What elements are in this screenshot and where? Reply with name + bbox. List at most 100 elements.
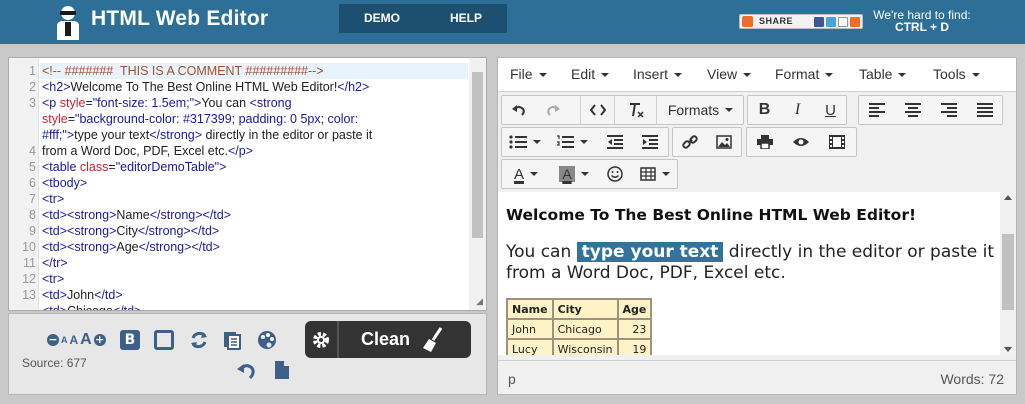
italic-button[interactable]: I	[781, 96, 814, 124]
code-scrollbar-thumb[interactable]	[472, 72, 483, 238]
table-cell: Chicago	[551, 318, 619, 340]
line-number: 6	[29, 176, 36, 190]
redo-arrow-icon	[547, 105, 560, 116]
underline-button[interactable]: U	[814, 96, 847, 124]
link-icon	[682, 135, 698, 149]
print-icon	[757, 135, 773, 149]
font-size-mid-label: A	[69, 333, 79, 347]
numbered-list-icon	[557, 135, 574, 148]
code-token: Age	[116, 240, 139, 254]
content-paragraph: You can type your text directly in the e…	[506, 242, 996, 284]
toolbar-group-alignment	[858, 95, 1003, 125]
source-toolbar: − A A A + B Source: 677 Clean	[8, 313, 487, 395]
bold-button[interactable]: B	[748, 96, 781, 124]
text-color-caret-icon	[530, 172, 538, 176]
code-token: "editorDemoTable"	[115, 160, 220, 174]
element-path[interactable]: p	[508, 371, 516, 387]
menu-view[interactable]: View	[707, 66, 751, 82]
new-document-icon[interactable]	[272, 360, 292, 380]
align-justify-button[interactable]	[967, 96, 1003, 124]
clean-button[interactable]: Clean	[305, 321, 471, 358]
code-token: style	[42, 112, 68, 126]
resize-grip-icon[interactable]: ◢	[476, 297, 483, 307]
more-share-icon	[850, 17, 860, 27]
code-token: <!-- ####### THIS IS A COMMENT #########…	[42, 64, 324, 78]
nav-demo-link[interactable]: DEMO	[339, 4, 425, 33]
table-grid-icon	[640, 167, 656, 181]
indent-button[interactable]	[633, 128, 667, 156]
formats-dropdown[interactable]: Formats	[656, 96, 744, 124]
wrap-tags-icon[interactable]	[154, 330, 174, 350]
preview-button[interactable]	[783, 128, 819, 156]
table-header-row: Name City Age	[506, 298, 653, 320]
outdent-button[interactable]	[598, 128, 632, 156]
refresh-icon[interactable]	[189, 330, 209, 350]
font-increase-icon[interactable]: +	[93, 334, 106, 346]
code-line-content: <tr>	[42, 271, 64, 287]
insert-link-button[interactable]	[673, 128, 707, 156]
line-number: 1	[29, 64, 36, 78]
code-token: </strong></td>	[149, 208, 232, 222]
code-token: </tr>	[42, 256, 68, 270]
code-brackets-icon	[589, 104, 606, 116]
code-token: style	[59, 96, 86, 110]
bold-tags-icon[interactable]: B	[120, 330, 140, 350]
code-scrollbar[interactable]	[469, 58, 486, 310]
content-highlighted-text: type your text	[576, 242, 724, 262]
top-header: HTML Web Editor DEMO HELP SHARE We're ha…	[0, 0, 1025, 44]
redo-button[interactable]	[536, 96, 570, 124]
code-token: </strong>	[149, 128, 203, 142]
share-button[interactable]: SHARE	[739, 14, 863, 29]
twitter-icon	[826, 17, 836, 27]
code-line-content: from a Word Doc, PDF, Excel etc.</p>	[42, 143, 253, 159]
table-caret-icon	[662, 172, 670, 176]
code-line-content: <tr>	[42, 191, 64, 207]
print-button[interactable]	[747, 128, 783, 156]
bullet-list-button[interactable]	[502, 128, 548, 156]
clear-formatting-button[interactable]	[614, 96, 656, 124]
toolbar-group-history: Formats	[501, 95, 744, 125]
line-number: 4	[29, 144, 36, 158]
document-compare-icon[interactable]	[222, 330, 242, 350]
facebook-icon	[814, 17, 824, 27]
editor-content-area[interactable]: Welcome To The Best Online HTML Web Edit…	[498, 192, 1000, 355]
undo-button[interactable]	[502, 96, 536, 124]
code-token: >	[219, 160, 227, 174]
undo-icon[interactable]	[236, 360, 256, 380]
menu-file[interactable]: File	[510, 66, 547, 82]
nav-help-link[interactable]: HELP	[425, 4, 507, 33]
align-left-button[interactable]	[859, 96, 895, 124]
align-center-button[interactable]	[895, 96, 931, 124]
settings-gear-icon[interactable]	[311, 330, 331, 350]
source-code-button[interactable]	[580, 96, 614, 124]
editor-scrollbar-thumb[interactable]	[1002, 234, 1014, 310]
code-token: from a Word Doc, PDF, Excel etc.	[42, 144, 228, 158]
insert-media-button[interactable]	[819, 128, 855, 156]
code-token: <td><strong>	[42, 240, 117, 254]
menu-edit[interactable]: Edit	[571, 66, 609, 82]
menu-tools[interactable]: Tools	[933, 66, 980, 82]
emoticons-button[interactable]	[598, 160, 632, 188]
numbered-list-button[interactable]	[548, 128, 596, 156]
scroll-up-icon[interactable]	[1004, 195, 1012, 200]
scroll-down-icon[interactable]	[1004, 347, 1012, 352]
content-demo-table: Name City Age John Chicago 23 Lucy Wisco…	[506, 298, 653, 355]
background-color-icon: A	[559, 166, 575, 182]
text-color-button[interactable]: A	[502, 160, 550, 188]
align-right-button[interactable]	[931, 96, 967, 124]
align-center-icon	[905, 103, 921, 117]
background-color-caret-icon	[580, 172, 589, 176]
menu-insert[interactable]: Insert	[633, 66, 682, 82]
palette-icon[interactable]	[257, 330, 277, 350]
menu-format[interactable]: Format	[775, 66, 833, 82]
insert-image-button[interactable]	[707, 128, 741, 156]
background-color-button[interactable]: A	[550, 160, 598, 188]
font-decrease-icon[interactable]: −	[47, 334, 59, 346]
table-cell: Lucy	[506, 338, 554, 355]
table-cell: John	[506, 318, 554, 340]
outdent-icon	[607, 135, 623, 149]
source-code-editor[interactable]: 1 <!-- ####### THIS IS A COMMENT ########…	[8, 57, 487, 311]
menu-table[interactable]: Table	[859, 66, 906, 82]
insert-table-button[interactable]	[632, 160, 678, 188]
editor-scrollbar[interactable]	[1000, 192, 1016, 355]
